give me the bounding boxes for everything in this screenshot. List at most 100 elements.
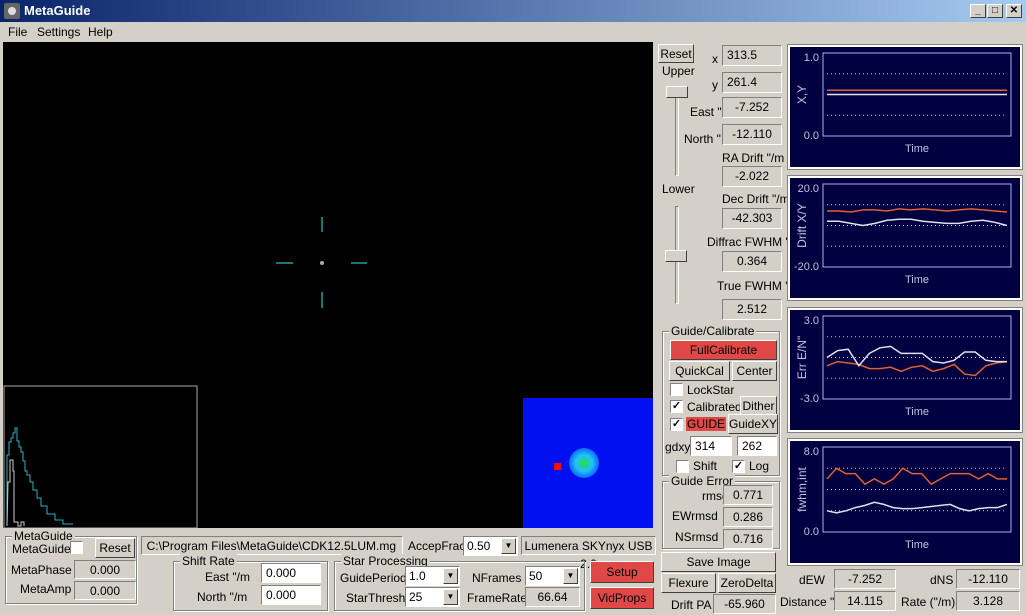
x-label: x (712, 52, 718, 66)
upper-slider-track[interactable] (675, 88, 679, 176)
drift-pa-label: Drift PA (671, 598, 712, 612)
east-label: East " (690, 105, 722, 119)
nframes-dropdown[interactable]: 50 ▼ (525, 566, 580, 586)
calibrated-checkbox[interactable]: ✓ (670, 400, 683, 413)
guide-checkbox[interactable]: ✓ (670, 418, 683, 431)
metaphase-value: 0.000 (74, 560, 136, 579)
metaguide-reset-button[interactable]: Reset (95, 538, 135, 558)
setup-button[interactable]: Setup (590, 561, 654, 583)
shift-label: Shift (693, 459, 718, 473)
nsrmsd-label: NSrmsd (675, 530, 719, 544)
rmsd-value: 0.771 (723, 485, 773, 505)
north-label: North " (684, 132, 721, 146)
menu-settings[interactable]: Settings (37, 25, 80, 39)
y-tick-max: 20.0 (798, 183, 819, 195)
nsrmsd-value: 0.716 (723, 529, 773, 549)
chevron-down-icon[interactable]: ▼ (443, 568, 458, 584)
shift-north-input[interactable]: 0.000 (261, 585, 321, 605)
minimize-button[interactable]: _ (970, 4, 986, 18)
shift-checkbox[interactable] (676, 460, 689, 473)
chart-error: 3.0 -3.0 Time Err E/N" (788, 308, 1022, 432)
menu-bar: File Settings Help (0, 22, 1026, 42)
true-fwhm-label: True FWHM " (717, 279, 790, 293)
star-blob (569, 448, 599, 478)
guide-label: GUIDE (686, 417, 727, 431)
accepfrac-dropdown[interactable]: 0.50 ▼ (463, 536, 518, 556)
rate-label: Rate ("/m) (901, 595, 956, 609)
distance-value: 14.115 (834, 591, 896, 611)
guidexy-button[interactable]: GuideXY (728, 414, 778, 434)
metaguide-checkbox[interactable] (70, 541, 83, 554)
series-drift-y (827, 218, 1008, 227)
full-calibrate-button[interactable]: FullCalibrate (670, 340, 777, 360)
x-axis-label: Time (905, 143, 929, 155)
accepfrac-value: 0.50 (467, 539, 491, 553)
guideperiod-dropdown[interactable]: 1.0 ▼ (405, 566, 460, 586)
gdy-input[interactable]: 262 (737, 436, 777, 456)
gdx-input[interactable]: 314 (690, 436, 732, 456)
ra-drift-label: RA Drift "/m (722, 151, 785, 165)
x-axis-label: Time (905, 406, 929, 418)
true-fwhm-value: 2.512 (722, 299, 782, 320)
vidprops-button[interactable]: VidProps (590, 587, 654, 609)
guideperiod-value: 1.0 (409, 569, 426, 583)
guide-star (320, 261, 324, 265)
accepfrac-label: AccepFrac (408, 539, 466, 553)
y-tick-min: -20.0 (794, 261, 819, 273)
lockstar-checkbox[interactable] (670, 383, 683, 396)
histogram-luminance (6, 427, 73, 526)
log-label: Log (749, 459, 770, 473)
metaamp-label: MetaAmp (20, 582, 72, 596)
y-tick-min: -3.0 (800, 393, 819, 405)
ewrmsd-value: 0.286 (723, 507, 773, 527)
target-marker (554, 463, 561, 470)
gdxy-label: gdxy (665, 440, 691, 454)
shift-rate-title: Shift Rate (180, 554, 237, 568)
drift-pa-value: -65.960 (713, 594, 776, 614)
reset-button[interactable]: Reset (658, 44, 694, 63)
histogram-frame (3, 385, 198, 529)
guideperiod-label: GuidePeriod (340, 571, 407, 585)
chevron-down-icon[interactable]: ▼ (563, 568, 578, 584)
series-drift-x (827, 208, 1008, 213)
shift-east-input[interactable]: 0.000 (261, 563, 321, 583)
quickcal-button[interactable]: QuickCal (669, 361, 730, 381)
north-value: -12.110 (722, 124, 782, 145)
upper-slider-thumb[interactable] (666, 86, 688, 98)
video-display[interactable] (3, 42, 653, 529)
y-value: 261.4 (722, 72, 782, 93)
framerate-label: FrameRate (467, 591, 528, 605)
series-err-n (826, 345, 1007, 368)
y-tick-min: 0.0 (804, 526, 819, 538)
chart-drift: 20.0 -20.0 Time Drift X/Y (788, 176, 1022, 300)
maximize-button[interactable]: □ (987, 4, 1003, 18)
flexure-button[interactable]: Flexure (661, 573, 716, 593)
camera-name: Lumenera SKYnyx USB 2.0 (521, 536, 656, 571)
menu-help[interactable]: Help (88, 25, 113, 39)
diffrac-fwhm-label: Diffrac FWHM " (707, 235, 790, 249)
ewrmsd-label: EWrmsd (672, 509, 718, 523)
dew-label: dEW (799, 573, 826, 587)
nframes-value: 50 (529, 569, 543, 583)
rate-value: 3.128 (956, 591, 1020, 611)
log-checkbox[interactable]: ✓ (732, 460, 745, 473)
menu-file[interactable]: File (8, 25, 27, 39)
metaguide-title: MetaGuide (12, 529, 75, 543)
starthresh-dropdown[interactable]: 25 ▼ (405, 587, 460, 607)
y-label: y (712, 78, 718, 92)
app-icon[interactable] (4, 3, 20, 19)
chevron-down-icon[interactable]: ▼ (443, 589, 458, 605)
chevron-down-icon[interactable]: ▼ (501, 538, 516, 554)
chart-fwhm: 8.0 0.0 Time fwhm,int (788, 439, 1022, 565)
nframes-label: NFrames (472, 571, 522, 585)
zerodelta-button[interactable]: ZeroDelta (718, 573, 776, 593)
star-zoom-view (523, 398, 653, 528)
center-button[interactable]: Center (732, 361, 777, 381)
y-tick-min: 0.0 (804, 130, 819, 142)
close-button[interactable]: ✕ (1006, 4, 1022, 18)
save-image-button[interactable]: Save Image (661, 552, 776, 572)
dither-button[interactable]: Dither (740, 396, 777, 416)
lower-slider-thumb[interactable] (665, 250, 687, 262)
metaguide-checkbox-label: MetaGuide (12, 542, 71, 556)
ra-drift-value: -2.022 (722, 166, 782, 187)
